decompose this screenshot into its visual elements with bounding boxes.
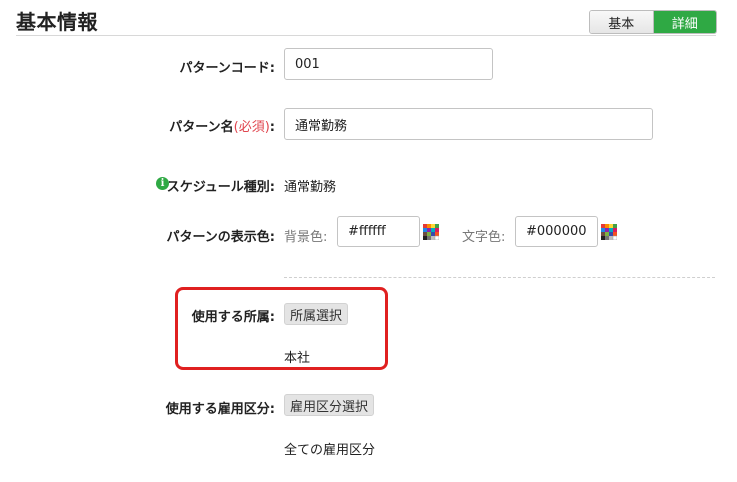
affiliation-select-button[interactable]: 所属選択 bbox=[284, 303, 349, 325]
schedule-type-value: 通常勤務 bbox=[284, 180, 337, 195]
display-color-label: パターンの表示色: bbox=[166, 230, 275, 245]
employment-class-select-button[interactable]: 雇用区分選択 bbox=[284, 394, 375, 416]
background-color-picker-icon[interactable] bbox=[423, 224, 439, 240]
employment-class-value: 全ての雇用区分 bbox=[284, 443, 376, 458]
text-color-picker-icon[interactable] bbox=[601, 224, 617, 240]
schedule-type-label: スケジュール種別: bbox=[166, 180, 275, 195]
background-color-input[interactable]: #ffffff bbox=[337, 216, 420, 247]
text-color-label: 文字色: bbox=[462, 230, 506, 245]
affiliation-value: 本社 bbox=[284, 351, 311, 366]
pattern-name-input[interactable]: 通常勤務 bbox=[284, 108, 653, 140]
affiliation-label: 使用する所属: bbox=[191, 310, 275, 325]
detail-view-button[interactable]: 詳細 bbox=[653, 11, 716, 33]
pattern-name-label: パターン名(必須): bbox=[169, 116, 275, 135]
section-title: 基本情報 bbox=[16, 10, 98, 34]
pattern-code-input[interactable]: 001 bbox=[284, 48, 493, 80]
text-color-input[interactable]: #000000 bbox=[515, 216, 598, 247]
pattern-name-label-text: パターン名 bbox=[169, 120, 234, 135]
required-marker: (必須) bbox=[233, 120, 270, 135]
section-separator bbox=[284, 277, 715, 278]
employment-class-label: 使用する雇用区分: bbox=[165, 402, 275, 417]
section-divider bbox=[16, 35, 716, 36]
pattern-code-label: パターンコード: bbox=[179, 61, 275, 76]
background-color-label: 背景色: bbox=[284, 230, 328, 245]
pattern-name-label-colon: : bbox=[269, 120, 275, 135]
view-toggle: 基本 詳細 bbox=[589, 10, 717, 34]
basic-view-button[interactable]: 基本 bbox=[590, 11, 654, 33]
highlight-annotation bbox=[175, 287, 388, 370]
